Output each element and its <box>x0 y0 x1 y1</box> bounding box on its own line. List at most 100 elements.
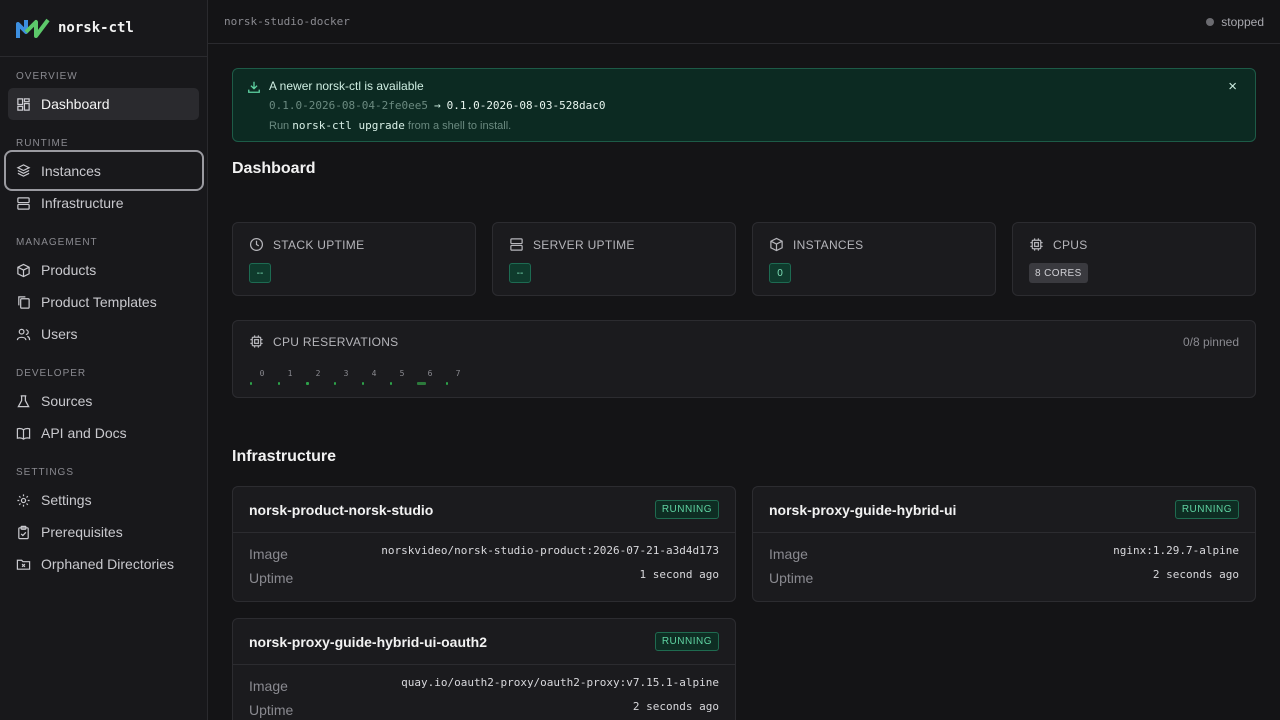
infra-card-header: norsk-proxy-guide-hybrid-ui RUNNING <box>753 487 1255 533</box>
app-name: norsk-ctl <box>58 20 134 36</box>
core-label: 7 <box>455 369 461 378</box>
arrow-right-icon: → <box>433 99 441 112</box>
sidebar-item-label: Product Templates <box>41 294 157 310</box>
users-icon <box>16 328 31 340</box>
box-icon <box>770 237 783 252</box>
box-icon <box>17 263 30 277</box>
container-name: norsk-proxy-guide-hybrid-ui-oauth2 <box>249 633 487 650</box>
sidebar-item-dashboard[interactable]: Dashboard <box>8 88 199 120</box>
stat-value: 8 CORES <box>1029 263 1088 283</box>
core-label: 2 <box>315 369 321 378</box>
stat-label-text: INSTANCES <box>793 237 864 252</box>
status-badge: RUNNING <box>1174 500 1239 519</box>
server-icon <box>17 196 30 210</box>
sidebar-item-orphaned-directories[interactable]: Orphaned Directories <box>8 548 199 580</box>
stat-card-server-uptime: SERVER UPTIME -- <box>492 222 736 296</box>
uptime-label: Uptime <box>249 702 294 718</box>
uptime-value: 2 seconds ago <box>1152 568 1239 581</box>
dashboard-icon <box>17 97 30 111</box>
book-icon <box>16 427 31 440</box>
cpu-reservations-label: CPU RESERVATIONS <box>273 334 399 349</box>
sidebar-item-label: Orphaned Directories <box>41 556 175 572</box>
stat-label: CPUS <box>1029 237 1088 252</box>
status-indicator: stopped <box>1206 15 1264 29</box>
sidebar-item-label: Infrastructure <box>41 195 124 211</box>
stat-value: 0 <box>769 263 791 283</box>
update-banner: A newer norsk-ctl is available 0.1.0-202… <box>232 68 1256 142</box>
section-management: MANAGEMENT <box>16 237 98 248</box>
stat-label-text: SERVER UPTIME <box>533 237 635 252</box>
infra-card[interactable]: norsk-product-norsk-studio RUNNING Image… <box>232 486 736 602</box>
project-title: norsk-studio-docker <box>224 15 350 28</box>
image-label: Image <box>249 546 288 562</box>
core-usage-bar <box>278 382 280 385</box>
infra-card[interactable]: norsk-proxy-guide-hybrid-ui-oauth2 RUNNI… <box>232 618 736 720</box>
core-label: 1 <box>287 369 293 378</box>
stat-label: STACK UPTIME <box>249 237 364 252</box>
infra-card[interactable]: norsk-proxy-guide-hybrid-ui RUNNING Imag… <box>752 486 1256 602</box>
hint-suffix: from a shell to install. <box>407 120 512 132</box>
image-value: quay.io/oauth2-proxy/oauth2-proxy:v7.15.… <box>401 676 719 689</box>
image-row: Image norskvideo/norsk-studio-product:20… <box>233 541 735 565</box>
sidebar-item-prerequisites[interactable]: Prerequisites <box>8 516 199 548</box>
sidebar-item-label: Products <box>41 262 97 278</box>
stat-label-text: CPUS <box>1053 237 1088 252</box>
section-title-infrastructure: Infrastructure <box>232 448 337 465</box>
pinned-count: 0/8 pinned <box>1182 335 1239 349</box>
current-version: 0.1.0-2026-08-04-2fe0ee5 <box>269 99 428 112</box>
core-label: 0 <box>259 369 265 378</box>
status-badge: RUNNING <box>654 500 719 519</box>
sidebar-item-instances[interactable]: Instances <box>4 150 204 191</box>
core-usage-bar <box>362 382 364 385</box>
brand[interactable]: norsk-ctl <box>0 0 207 57</box>
core-usage-bar <box>250 382 252 385</box>
core-label: 5 <box>399 369 405 378</box>
sidebar-item-products[interactable]: Products <box>8 254 199 286</box>
section-overview: OVERVIEW <box>16 71 78 82</box>
flask-icon <box>17 394 30 407</box>
section-developer: DEVELOPER <box>16 368 87 379</box>
sidebar-item-sources[interactable]: Sources <box>8 385 199 417</box>
upgrade-command: norsk-ctl upgrade <box>292 119 405 132</box>
core-usage-bar <box>446 382 448 385</box>
stat-label-text: STACK UPTIME <box>273 237 365 252</box>
topbar: norsk-studio-docker stopped <box>208 0 1280 44</box>
banner-title: A newer norsk-ctl is available <box>269 79 424 93</box>
uptime-row: Uptime 1 second ago <box>233 565 735 589</box>
uptime-row: Uptime 2 seconds ago <box>233 697 735 720</box>
core-usage-bar <box>390 382 392 385</box>
uptime-label: Uptime <box>249 570 294 586</box>
image-value: norskvideo/norsk-studio-product:2026-07-… <box>381 544 719 557</box>
sidebar-item-infrastructure[interactable]: Infrastructure <box>8 187 199 219</box>
sidebar-item-users[interactable]: Users <box>8 318 199 350</box>
uptime-value: 2 seconds ago <box>632 700 719 713</box>
sidebar-item-product-templates[interactable]: Product Templates <box>8 286 199 318</box>
uptime-value: 1 second ago <box>639 568 719 581</box>
section-settings: SETTINGS <box>16 467 75 478</box>
core-usage-bar <box>306 382 309 385</box>
sidebar-item-label: API and Docs <box>41 425 127 441</box>
page-title: Dashboard <box>232 160 316 177</box>
infra-card-header: norsk-proxy-guide-hybrid-ui-oauth2 RUNNI… <box>233 619 735 665</box>
uptime-row: Uptime 2 seconds ago <box>753 565 1255 589</box>
server-icon <box>510 238 523 251</box>
image-row: Image nginx:1.29.7-alpine <box>753 541 1255 565</box>
sidebar-item-label: Dashboard <box>41 96 110 112</box>
sidebar-item-label: Settings <box>41 492 92 508</box>
container-name: norsk-product-norsk-studio <box>249 501 434 518</box>
close-icon[interactable]: × <box>1228 78 1237 95</box>
uptime-label: Uptime <box>769 570 814 586</box>
version-change: 0.1.0-2026-08-04-2fe0ee5 → 0.1.0-2026-08… <box>269 99 606 112</box>
sidebar-item-label: Instances <box>41 162 101 179</box>
status-dot <box>1206 17 1215 26</box>
status-badge: RUNNING <box>654 632 719 651</box>
infra-card-header: norsk-product-norsk-studio RUNNING <box>233 487 735 533</box>
copy-icon <box>18 295 30 309</box>
container-name: norsk-proxy-guide-hybrid-ui <box>769 501 957 518</box>
sidebar-item-api-and-docs[interactable]: API and Docs <box>8 417 199 449</box>
banner-hint: Run norsk-ctl upgrade from a shell to in… <box>269 119 511 132</box>
cpu-reservations-header: CPU RESERVATIONS <box>249 334 399 349</box>
image-row: Image quay.io/oauth2-proxy/oauth2-proxy:… <box>233 673 735 697</box>
sidebar-item-settings[interactable]: Settings <box>8 484 199 516</box>
core-label: 3 <box>343 369 349 378</box>
